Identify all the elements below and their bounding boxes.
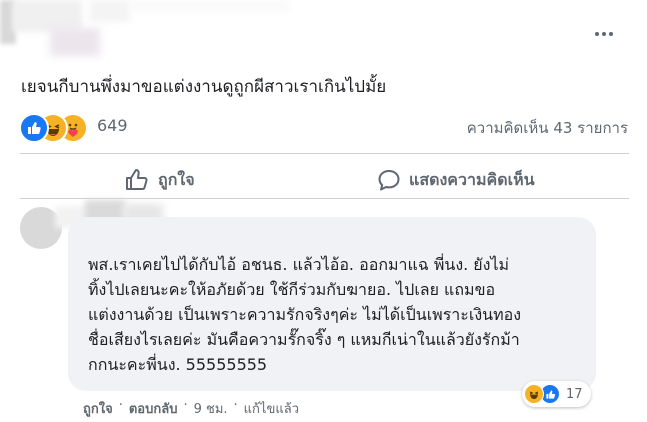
comment-reply-link[interactable]: ตอบกลับ: [129, 398, 178, 419]
meta-separator: ·: [183, 398, 188, 413]
comment-line: ทิ้งไปเลยนะคะให้อภัยด้วย ใช้กีร่วมกับฆาย…: [88, 280, 496, 299]
meta-separator: ·: [233, 398, 238, 413]
more-options-icon[interactable]: [590, 26, 618, 42]
comment-line: ชื่อเสียงไรเลยค่ะ มันคือความรั๊กจริ๊ง ๆ …: [88, 330, 520, 349]
post-text: เยจนกีบานพึ่งมาขอแต่งงานดูถูกผีสาวเราเกิ…: [21, 77, 387, 97]
comment-like-link[interactable]: ถูกใจ: [83, 398, 113, 419]
divider-bottom: [20, 198, 629, 199]
like-reaction-icon: [19, 113, 49, 143]
comment-count[interactable]: ความคิดเห็น 43 รายการ: [467, 116, 628, 140]
meta-separator: ·: [118, 398, 123, 413]
comment-reaction-count: 17: [566, 386, 583, 402]
comment-line: แต่งงานด้วย เป็นเพราะความรักจริงๆค่ะ ไม่…: [88, 305, 522, 324]
comment-bubble: พส.เราเคยไปได้กับไอ้ อชนธ. แล้วไอ้อ. ออก…: [68, 217, 596, 391]
divider-top: [20, 153, 629, 154]
like-button[interactable]: ถูกใจ: [124, 164, 195, 196]
comment-button[interactable]: แสดงความคิดเห็น: [377, 164, 535, 196]
comment-line: กกนะคะพี่นง. 55555555: [88, 355, 268, 374]
reaction-count[interactable]: 649: [97, 116, 128, 135]
comment-bubble-icon: [378, 170, 400, 191]
comment-time[interactable]: 9 ชม.: [194, 398, 228, 419]
comment-meta: ถูกใจ · ตอบกลับ · 9 ชม. · แก้ไขแล้ว: [83, 398, 299, 419]
comment-text: พส.เราเคยไปได้กับไอ้ อชนธ. แล้วไอ้อ. ออก…: [88, 252, 582, 377]
comment-line: พส.เราเคยไปได้กับไอ้ อชนธ. แล้วไอ้อ. ออก…: [88, 255, 510, 274]
redacted-header-blur: [0, 0, 640, 62]
haha-reaction-icon: [524, 384, 544, 404]
thumbs-up-icon: [126, 169, 148, 190]
like-button-label: ถูกใจ: [158, 169, 195, 189]
comment-button-label: แสดงความคิดเห็น: [409, 169, 535, 189]
comment-reaction-summary[interactable]: 17: [522, 381, 591, 407]
comment-edited-label[interactable]: แก้ไขแล้ว: [244, 398, 299, 419]
